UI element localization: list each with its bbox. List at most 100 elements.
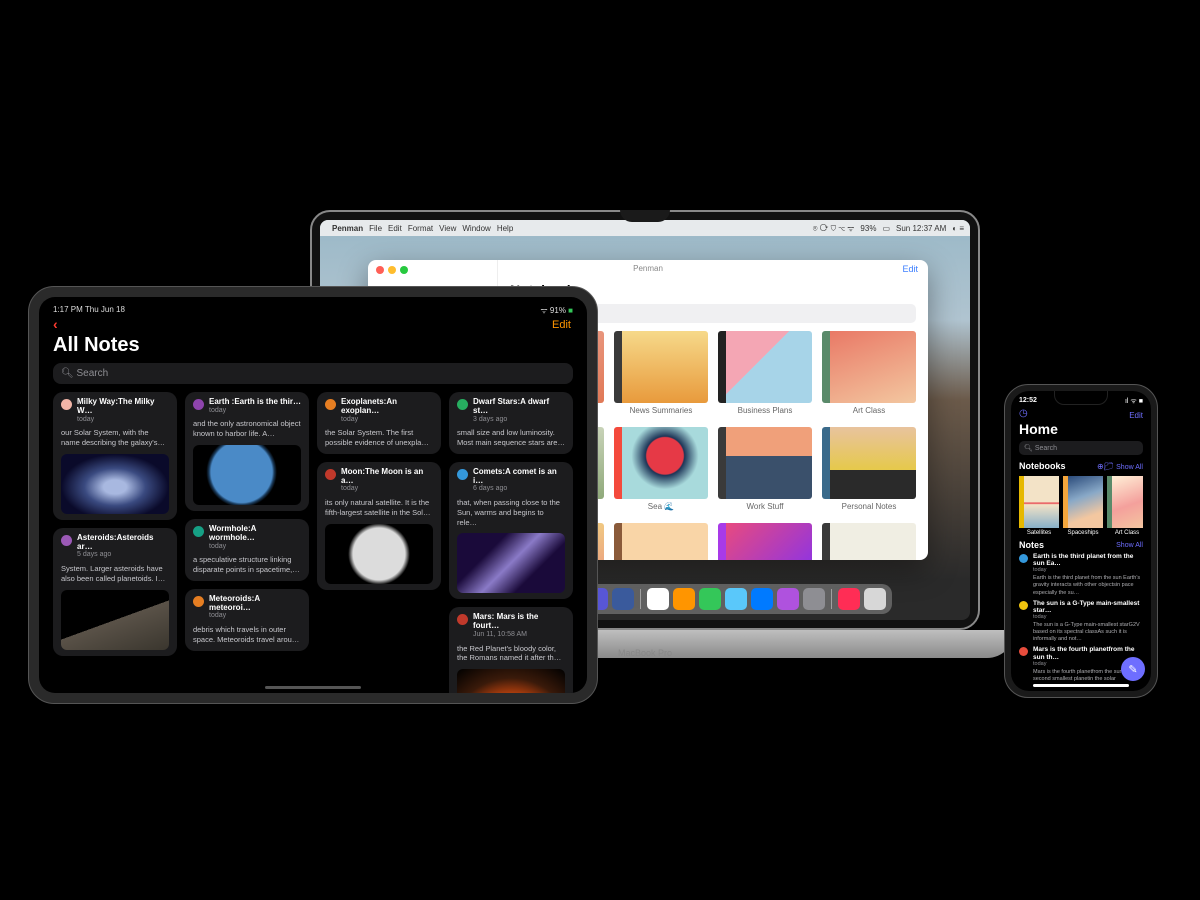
dock-app-icon[interactable] <box>864 588 886 610</box>
note-color-dot <box>325 469 336 480</box>
note-title: Meteoroids:A meteoroi… <box>209 595 301 613</box>
notes-grid: Milky Way:The Milky W… today our Solar S… <box>53 392 573 693</box>
dock-app-icon[interactable] <box>673 588 695 610</box>
dock-app-icon[interactable] <box>612 588 634 610</box>
dock-app-icon[interactable] <box>647 588 669 610</box>
ipad-status-bar: 1:17 PM Thu Jun 18 ᯤ 91% ■ <box>53 305 573 316</box>
notebook-item[interactable]: News Summaries <box>614 331 708 415</box>
note-date: today <box>209 407 301 415</box>
minimize-icon[interactable] <box>388 266 396 274</box>
note-date: 3 days ago <box>473 416 565 424</box>
notebook-item[interactable]: Personal Notes <box>822 427 916 511</box>
show-all-link[interactable]: Show All <box>1116 464 1143 471</box>
notebook-art <box>622 523 708 560</box>
zoom-icon[interactable] <box>400 266 408 274</box>
menubar-extra-icons[interactable]: ◐ ≡ <box>952 224 964 233</box>
notebook-label: Art Class <box>822 406 916 415</box>
note-card[interactable]: Exoplanets:An exoplan… today the Solar S… <box>317 392 441 454</box>
notebook-item[interactable]: Spaceships <box>1063 476 1103 536</box>
note-preview: and the only astronomical object known t… <box>193 419 301 439</box>
notebook-item[interactable] <box>822 523 916 560</box>
menu-file[interactable]: File <box>369 224 382 233</box>
dock-separator <box>831 589 832 609</box>
note-date: 5 days ago <box>77 551 169 559</box>
close-icon[interactable] <box>376 266 384 274</box>
edit-button[interactable]: Edit <box>902 264 918 274</box>
notebook-art <box>830 523 916 560</box>
note-preview: the Solar System. The first possible evi… <box>325 428 433 448</box>
notebook-art <box>1068 476 1103 528</box>
show-all-notes-link[interactable]: Show All <box>1116 542 1143 549</box>
notebook-item[interactable] <box>614 523 708 560</box>
home-indicator[interactable] <box>1033 684 1129 687</box>
dock-app-icon[interactable] <box>725 588 747 610</box>
note-date: today <box>341 485 433 493</box>
notebook-label: Personal Notes <box>822 502 916 511</box>
notebook-spine <box>822 331 830 403</box>
menubar-app-name[interactable]: Penman <box>332 224 363 233</box>
menubar-battery[interactable]: 93% <box>860 224 876 233</box>
window-traffic-lights[interactable] <box>376 266 408 274</box>
menu-help[interactable]: Help <box>497 224 513 233</box>
back-button[interactable]: ‹ <box>53 316 58 332</box>
iphone-notch <box>1054 391 1108 405</box>
note-preview: that, when passing close to the Sun, war… <box>457 498 565 527</box>
note-thumbnail <box>457 533 565 593</box>
note-card[interactable]: Earth :Earth is the thir… today and the … <box>185 392 309 511</box>
note-row[interactable]: The sun is a G-Type main-smallest star… … <box>1019 600 1143 620</box>
wifi-icon: ᯤ <box>540 306 550 315</box>
note-card[interactable]: Moon:The Moon is an a… today its only na… <box>317 462 441 590</box>
note-card[interactable]: Milky Way:The Milky W… today our Solar S… <box>53 392 177 520</box>
menu-format[interactable]: Format <box>408 224 433 233</box>
dock-app-icon[interactable] <box>777 588 799 610</box>
menu-view[interactable]: View <box>439 224 456 233</box>
iphone-edit-button[interactable]: Edit <box>1129 411 1143 420</box>
notebook-item[interactable]: Satellites <box>1019 476 1059 536</box>
menubar-icons[interactable]: ⌾ ⟳ ⛉ ⌥ ᯤ <box>813 223 855 234</box>
notebook-item[interactable]: Sea 🌊 <box>614 427 708 511</box>
note-thumbnail <box>61 454 169 514</box>
notebook-label: Sea 🌊 <box>614 502 708 511</box>
note-card[interactable]: Dwarf Stars:A dwarf st… 3 days ago small… <box>449 392 573 454</box>
notebook-item[interactable]: Business Plans <box>718 331 812 415</box>
dock-app-icon[interactable] <box>838 588 860 610</box>
iphone-notebooks-row[interactable]: Satellites Spaceships Art Class <box>1019 476 1143 536</box>
home-icon[interactable]: ◷ <box>1019 408 1028 419</box>
notes-heading: Notes <box>1019 540 1044 550</box>
notebook-item[interactable]: Art Class <box>822 331 916 415</box>
ipad-page-title: All Notes <box>53 334 573 357</box>
menubar-battery-icon: ▭ <box>882 224 890 233</box>
ipad-search[interactable]: 🔍︎ Search <box>53 363 573 384</box>
note-card[interactable]: Asteroids:Asteroids ar… 5 days ago Syste… <box>53 528 177 656</box>
notebook-item[interactable]: Work Stuff <box>718 427 812 511</box>
ipad-status-left: 1:17 PM Thu Jun 18 <box>53 305 125 316</box>
note-color-dot <box>193 596 204 607</box>
menu-edit[interactable]: Edit <box>388 224 402 233</box>
dock-app-icon[interactable] <box>751 588 773 610</box>
note-card[interactable]: Comets:A comet is an i… 6 days ago that,… <box>449 462 573 600</box>
note-thumbnail <box>325 524 433 584</box>
note-title: Exoplanets:An exoplan… <box>341 398 433 416</box>
note-title: Earth :Earth is the thir… <box>209 398 301 407</box>
note-card[interactable]: Wormhole:A wormhole… today a speculative… <box>185 519 309 581</box>
ipad-device: 1:17 PM Thu Jun 18 ᯤ 91% ■ ‹ All Notes E… <box>28 286 598 704</box>
note-color-dot <box>457 469 468 480</box>
note-card[interactable]: Meteoroids:A meteoroi… today debris whic… <box>185 589 309 651</box>
dock-app-icon[interactable] <box>803 588 825 610</box>
note-row[interactable]: Earth is the third planet from the sun E… <box>1019 553 1143 573</box>
home-indicator[interactable] <box>265 686 361 689</box>
menubar-clock: Sun 12:37 AM <box>896 224 946 233</box>
ipad-search-placeholder: Search <box>76 368 108 379</box>
menu-window[interactable]: Window <box>462 224 490 233</box>
notebook-spine <box>718 427 726 499</box>
compose-button[interactable]: ✎ <box>1121 657 1145 681</box>
notebook-item[interactable] <box>718 523 812 560</box>
note-date: today <box>209 612 301 620</box>
iphone-search[interactable]: 🔍︎ Search <box>1019 441 1143 455</box>
note-card[interactable]: Mars: Mars is the fourt… Jun 11, 10:58 A… <box>449 607 573 693</box>
notebook-item[interactable]: Art Class <box>1107 476 1143 536</box>
dock-app-icon[interactable] <box>699 588 721 610</box>
note-preview: its only natural satellite. It is the fi… <box>325 498 433 518</box>
ipad-edit-button[interactable]: Edit <box>552 319 571 331</box>
new-folder-icon[interactable]: ⊕📁︎ <box>1097 462 1114 471</box>
